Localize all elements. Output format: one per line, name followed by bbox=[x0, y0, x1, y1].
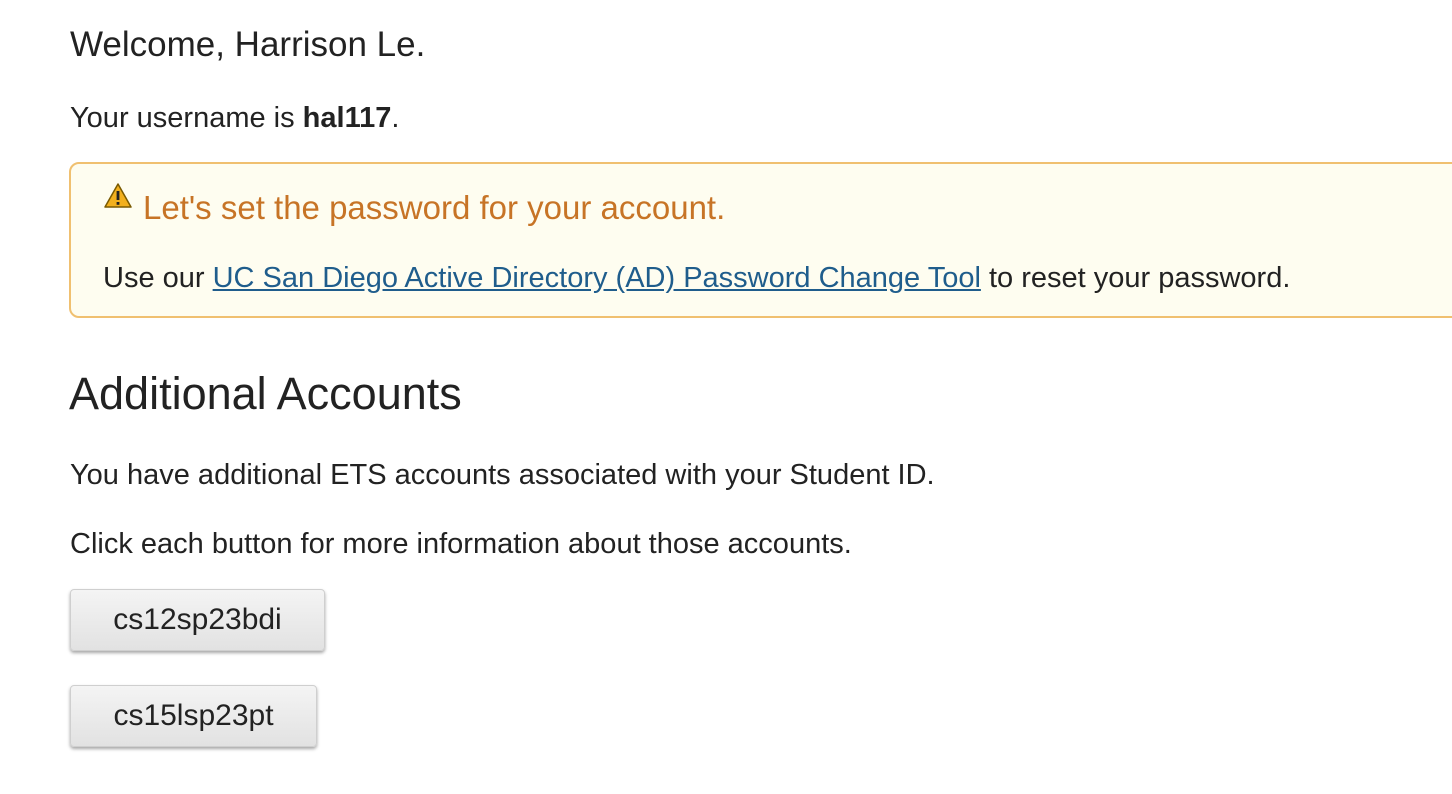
alert-title: Let's set the password for your account. bbox=[143, 189, 726, 226]
welcome-heading: Welcome, Harrison Le. bbox=[70, 25, 426, 64]
additional-accounts-info: You have additional ETS accounts associa… bbox=[70, 459, 935, 491]
username-suffix: . bbox=[391, 102, 400, 134]
alert-body: Use our UC San Diego Active Directory (A… bbox=[103, 260, 1290, 296]
username-line: Your username is hal117. bbox=[70, 100, 399, 136]
alert-body-prefix: Use our bbox=[103, 262, 213, 294]
account-button-cs15lsp23pt[interactable]: cs15lsp23pt bbox=[70, 685, 317, 747]
warning-icon bbox=[103, 182, 133, 210]
alert-body-suffix: to reset your password. bbox=[980, 262, 1291, 294]
password-alert: Let's set the password for your account.… bbox=[69, 162, 1452, 318]
account-button-cs12sp23bdi[interactable]: cs12sp23bdi bbox=[70, 589, 325, 651]
additional-accounts-heading: Additional Accounts bbox=[69, 368, 462, 419]
password-change-tool-link[interactable]: UC San Diego Active Directory (AD) Passw… bbox=[213, 262, 981, 294]
username-value: hal117 bbox=[302, 102, 392, 134]
additional-accounts-instructions: Click each button for more information a… bbox=[70, 528, 852, 560]
username-prefix: Your username is bbox=[70, 102, 303, 134]
account-page: Welcome, Harrison Le. Your username is h… bbox=[0, 0, 1452, 794]
